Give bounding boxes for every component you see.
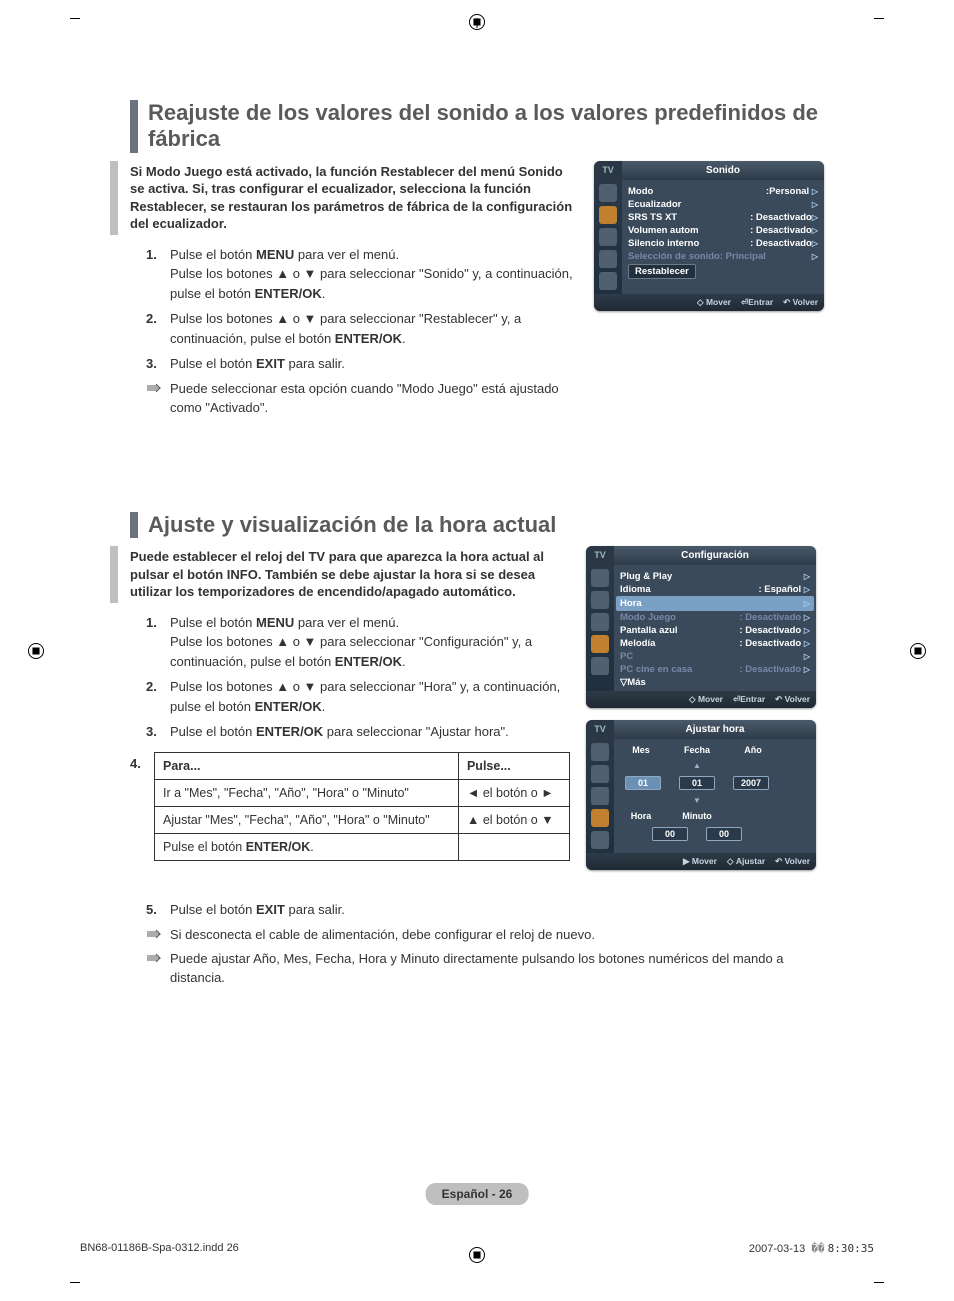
section-title: Ajuste y visualización de la hora actual: [148, 512, 824, 538]
heading-bar: [130, 100, 138, 153]
note: Si desconecta el cable de alimentación, …: [146, 926, 824, 945]
section-intro: Puede establecer el reloj del TV para qu…: [110, 546, 570, 603]
step-4: 4. Para...Pulse... Ir a "Mes", "Fecha", …: [130, 748, 570, 861]
up-arrow-icon: ▲: [693, 761, 701, 770]
step-2: 2.Pulse los botones ▲ o ▼ para seleccion…: [146, 309, 578, 348]
section-sound-reset: Reajuste de los valores del sonido a los…: [130, 100, 824, 422]
step-1: 1.Pulse el botón MENU para ver el menú.P…: [146, 613, 570, 672]
osd-selected-row: Hora▷: [616, 596, 814, 611]
note-arrow-icon: [146, 950, 170, 988]
source-file: BN68-01186B-Spa-0312.indd 26: [80, 1242, 239, 1255]
step-2: 2.Pulse los botones ▲ o ▼ para seleccion…: [146, 677, 570, 716]
registration-mark-icon: [910, 643, 926, 659]
heading-bar: [130, 512, 138, 538]
note-arrow-icon: [146, 926, 170, 945]
step-3: 3.Pulse el botón ENTER/OK para seleccion…: [146, 722, 570, 742]
crop-mark: [874, 1282, 884, 1283]
osd-config-menu: TVConfiguración Plug & Play▷ Idioma: Esp…: [586, 546, 816, 708]
crop-mark: [70, 18, 80, 19]
note-arrow-icon: [146, 380, 170, 418]
controls-table: Para...Pulse... Ir a "Mes", "Fecha", "Añ…: [154, 752, 570, 861]
down-arrow-icon: ▼: [693, 796, 701, 805]
note: Puede ajustar Año, Mes, Fecha, Hora y Mi…: [146, 950, 824, 988]
steps-list: 1.Pulse el botón MENU para ver el menú.P…: [130, 245, 578, 374]
manual-page: Reajuste de los valores del sonido a los…: [0, 0, 954, 1301]
step-1: 1.Pulse el botón MENU para ver el menú.P…: [146, 245, 578, 304]
section-clock: Ajuste y visualización de la hora actual…: [130, 512, 824, 988]
foot-move: ◇ Mover: [697, 297, 731, 308]
step-3: 3.Pulse el botón EXIT para salir.: [146, 354, 578, 374]
registration-mark-icon: [28, 643, 44, 659]
section-title: Reajuste de los valores del sonido a los…: [148, 100, 824, 153]
steps-list: 1.Pulse el botón MENU para ver el menú.P…: [130, 613, 570, 742]
note: Puede seleccionar esta opción cuando "Mo…: [146, 380, 578, 418]
section-intro: Si Modo Juego está activado, la función …: [110, 161, 578, 235]
osd-sound-menu: TVSonido Modo:Personal ▷ Ecualizador▷ SR…: [594, 161, 824, 311]
foot-enter: ⏎Entrar: [741, 297, 773, 308]
crop-mark: [874, 18, 884, 19]
page-number-badge: Español - 26: [426, 1183, 529, 1205]
osd-set-clock: TVAjustar hora MesFechaAño ▲ 01012007 ▼ …: [586, 720, 816, 870]
crop-mark: [70, 1282, 80, 1283]
osd-iconbar: [594, 180, 622, 294]
print-metadata: BN68-01186B-Spa-0312.indd 26 2007-03-13 …: [80, 1242, 874, 1255]
steps-list-cont: 5.Pulse el botón EXIT para salir.: [130, 900, 824, 920]
registration-mark-icon: [469, 14, 485, 30]
foot-back: ↶ Volver: [783, 297, 818, 308]
page-content: Reajuste de los valores del sonido a los…: [130, 100, 824, 1078]
step-5: 5.Pulse el botón EXIT para salir.: [146, 900, 824, 920]
